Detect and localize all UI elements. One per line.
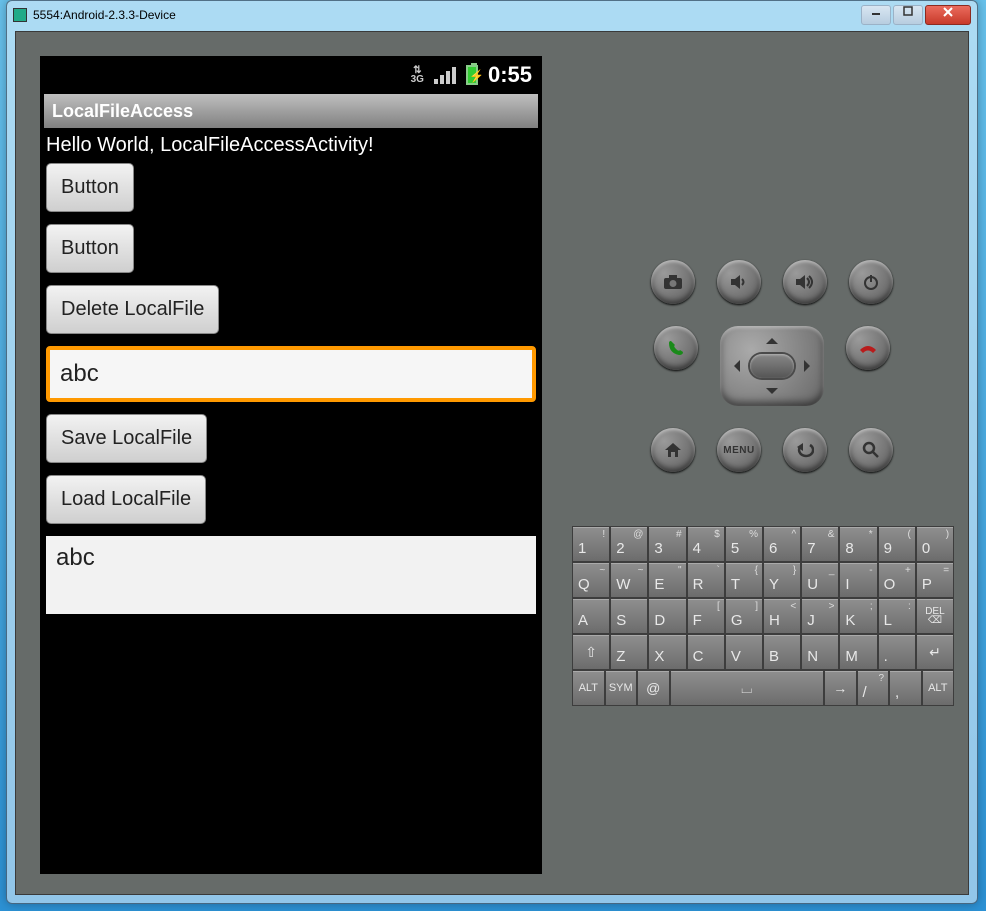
activity-title: LocalFileAccess [44, 94, 538, 128]
key-4[interactable]: 4$ [687, 526, 725, 562]
key-8[interactable]: 8* [839, 526, 877, 562]
key-6[interactable]: 6^ [763, 526, 801, 562]
search-button[interactable] [849, 428, 893, 472]
key-n[interactable]: N [801, 634, 839, 670]
device-screen[interactable]: ⇅3G ⚡ 0:55 LocalFileAccess Hello World, … [40, 56, 542, 874]
key-u[interactable]: U_ [801, 562, 839, 598]
signal-bars-icon [434, 66, 456, 84]
key-j[interactable]: J> [801, 598, 839, 634]
key-alt-left[interactable]: ALT [572, 670, 605, 706]
load-localfile-button[interactable]: Load LocalFile [46, 475, 206, 524]
battery-charging-icon: ⚡ [466, 65, 478, 85]
key-e[interactable]: E" [648, 562, 686, 598]
key-s[interactable]: S [610, 598, 648, 634]
key-a[interactable]: A [572, 598, 610, 634]
window-titlebar[interactable]: 5554:Android-2.3.3-Device [7, 1, 977, 29]
key-d[interactable]: D [648, 598, 686, 634]
camera-button[interactable] [651, 260, 695, 304]
volume-down-button[interactable] [717, 260, 761, 304]
menu-button[interactable]: MENU [717, 428, 761, 472]
key-arrow[interactable]: → [824, 670, 857, 706]
key-1[interactable]: 1! [572, 526, 610, 562]
key-7[interactable]: 7& [801, 526, 839, 562]
delete-localfile-button[interactable]: Delete LocalFile [46, 285, 219, 334]
dpad-right-icon[interactable] [804, 360, 816, 372]
output-text: abc [46, 536, 536, 614]
key-v[interactable]: V [725, 634, 763, 670]
key-m[interactable]: M [839, 634, 877, 670]
emulator-client: ⇅3G ⚡ 0:55 LocalFileAccess Hello World, … [15, 31, 969, 895]
key-sym[interactable]: SYM [605, 670, 638, 706]
key-y[interactable]: Y} [763, 562, 801, 598]
key-b[interactable]: B [763, 634, 801, 670]
key-p[interactable]: P= [916, 562, 954, 598]
key-x[interactable]: X [648, 634, 686, 670]
clock: 0:55 [488, 62, 532, 88]
emulator-control-panel: MENU 1!2@3#4$5%6^7&8*9(0) Q~W~E"R`T{Y}U_I… [572, 32, 968, 894]
dpad[interactable] [720, 326, 824, 406]
key-q[interactable]: Q~ [572, 562, 610, 598]
key-9[interactable]: 9( [878, 526, 916, 562]
key-g[interactable]: G] [725, 598, 763, 634]
back-button[interactable] [783, 428, 827, 472]
dpad-left-icon[interactable] [728, 360, 740, 372]
android-status-bar: ⇅3G ⚡ 0:55 [40, 56, 542, 94]
key-slash[interactable]: /? [857, 670, 890, 706]
key-c[interactable]: C [687, 634, 725, 670]
dpad-center-button[interactable] [750, 354, 794, 378]
key-comma[interactable]: , [889, 670, 922, 706]
hardware-keyboard: 1!2@3#4$5%6^7&8*9(0) Q~W~E"R`T{Y}U_I-O+P=… [572, 526, 954, 706]
save-localfile-button[interactable]: Save LocalFile [46, 414, 207, 463]
call-button[interactable] [654, 326, 698, 370]
key-k[interactable]: K; [839, 598, 877, 634]
key-0[interactable]: 0) [916, 526, 954, 562]
key-enter[interactable]: ↵ [916, 634, 954, 670]
key-2[interactable]: 2@ [610, 526, 648, 562]
key-shift[interactable]: ⇧ [572, 634, 610, 670]
key-space[interactable]: ⌴ [670, 670, 825, 706]
menu-label: MENU [723, 445, 754, 456]
key-3[interactable]: 3# [648, 526, 686, 562]
key-r[interactable]: R` [687, 562, 725, 598]
key-t[interactable]: T{ [725, 562, 763, 598]
key-at[interactable]: @ [637, 670, 670, 706]
key-o[interactable]: O+ [878, 562, 916, 598]
power-button[interactable] [849, 260, 893, 304]
app-icon [13, 8, 27, 22]
key-f[interactable]: F[ [687, 598, 725, 634]
key-delete[interactable]: DEL⌫ [916, 598, 954, 634]
dpad-down-icon[interactable] [766, 388, 778, 400]
window-minimize-button[interactable] [861, 5, 891, 25]
key-i[interactable]: I- [839, 562, 877, 598]
text-input[interactable] [46, 346, 536, 402]
volume-up-button[interactable] [783, 260, 827, 304]
key-z[interactable]: Z [610, 634, 648, 670]
end-call-button[interactable] [846, 326, 890, 370]
key-5[interactable]: 5% [725, 526, 763, 562]
key-alt-right[interactable]: ALT [922, 670, 955, 706]
dpad-up-icon[interactable] [766, 332, 778, 344]
home-button[interactable] [651, 428, 695, 472]
window-maximize-button[interactable] [893, 5, 923, 25]
key-w[interactable]: W~ [610, 562, 648, 598]
button-2[interactable]: Button [46, 224, 134, 273]
network-3g-icon: ⇅3G [411, 66, 424, 84]
key-h[interactable]: H< [763, 598, 801, 634]
activity-title-label: LocalFileAccess [52, 101, 193, 122]
key-.[interactable]: . [878, 634, 916, 670]
window-title: 5554:Android-2.3.3-Device [33, 8, 861, 22]
window-close-button[interactable] [925, 5, 971, 25]
hello-text: Hello World, LocalFileAccessActivity! [40, 128, 542, 163]
key-l[interactable]: L: [878, 598, 916, 634]
emulator-window: 5554:Android-2.3.3-Device ⇅3G ⚡ 0:55 [6, 0, 978, 904]
button-1[interactable]: Button [46, 163, 134, 212]
